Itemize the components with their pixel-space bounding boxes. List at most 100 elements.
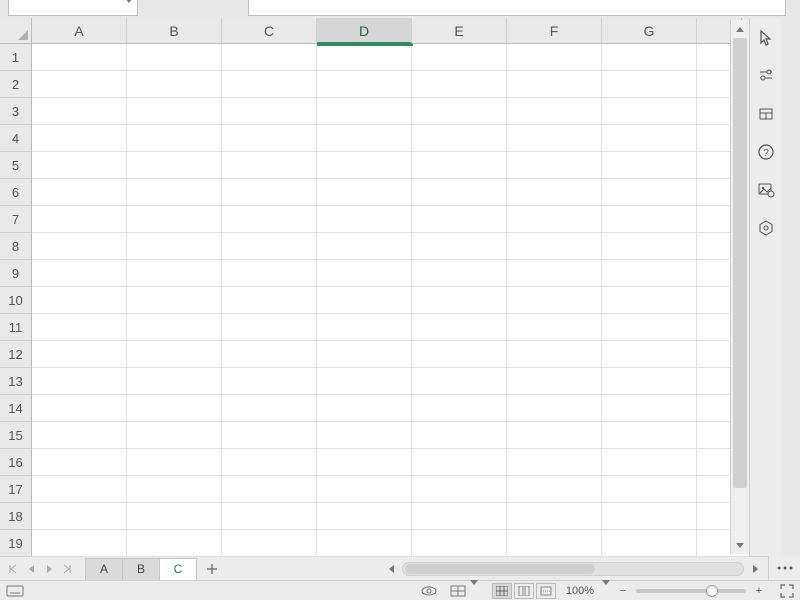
cell[interactable] xyxy=(32,233,127,260)
cell[interactable] xyxy=(222,98,317,125)
cell[interactable] xyxy=(412,395,507,422)
cell[interactable] xyxy=(32,341,127,368)
cell[interactable] xyxy=(222,530,317,557)
cell[interactable] xyxy=(32,314,127,341)
cell[interactable] xyxy=(412,152,507,179)
zoom-slider-knob[interactable] xyxy=(706,585,718,597)
cell[interactable] xyxy=(317,530,412,557)
cell[interactable] xyxy=(412,260,507,287)
row-header-6[interactable]: 6 xyxy=(0,179,31,206)
cell[interactable] xyxy=(412,449,507,476)
cell[interactable] xyxy=(317,179,412,206)
chevron-down-icon[interactable] xyxy=(125,3,133,17)
settings-lines-icon[interactable] xyxy=(756,66,776,86)
cell[interactable] xyxy=(222,449,317,476)
cell[interactable] xyxy=(317,314,412,341)
row-header-7[interactable]: 7 xyxy=(0,206,31,233)
vertical-scrollbar[interactable] xyxy=(730,20,749,554)
scroll-left-icon[interactable] xyxy=(384,562,398,576)
zoom-value[interactable]: 100% xyxy=(566,585,594,597)
cell[interactable] xyxy=(602,71,697,98)
cell[interactable] xyxy=(507,449,602,476)
cell[interactable] xyxy=(317,476,412,503)
cell[interactable] xyxy=(32,152,127,179)
select-all-corner[interactable] xyxy=(0,18,32,44)
row-header-11[interactable]: 11 xyxy=(0,314,31,341)
row-header-4[interactable]: 4 xyxy=(0,125,31,152)
name-box[interactable] xyxy=(8,0,138,16)
cell[interactable] xyxy=(602,503,697,530)
cell[interactable] xyxy=(602,260,697,287)
cell[interactable] xyxy=(317,233,412,260)
row-header-16[interactable]: 16 xyxy=(0,449,31,476)
cell[interactable] xyxy=(507,260,602,287)
cell[interactable] xyxy=(317,152,412,179)
horizontal-scrollbar[interactable] xyxy=(378,562,768,576)
cell[interactable] xyxy=(507,368,602,395)
cell[interactable] xyxy=(32,206,127,233)
row-header-14[interactable]: 14 xyxy=(0,395,31,422)
cell[interactable] xyxy=(602,287,697,314)
cell[interactable] xyxy=(127,395,222,422)
fullscreen-icon[interactable] xyxy=(780,584,794,598)
row-header-9[interactable]: 9 xyxy=(0,260,31,287)
row-header-3[interactable]: 3 xyxy=(0,98,31,125)
cell[interactable] xyxy=(317,71,412,98)
cell[interactable] xyxy=(32,71,127,98)
cell[interactable] xyxy=(412,314,507,341)
cell[interactable] xyxy=(412,44,507,71)
cursor-icon[interactable] xyxy=(756,28,776,48)
keyboard-icon[interactable] xyxy=(6,585,24,597)
cell[interactable] xyxy=(317,98,412,125)
cell[interactable] xyxy=(602,206,697,233)
cell[interactable] xyxy=(222,341,317,368)
cell[interactable] xyxy=(412,179,507,206)
cell[interactable] xyxy=(32,368,127,395)
cell[interactable] xyxy=(127,233,222,260)
cell[interactable] xyxy=(602,179,697,206)
row-header-18[interactable]: 18 xyxy=(0,503,31,530)
cell[interactable] xyxy=(127,422,222,449)
cell[interactable] xyxy=(127,341,222,368)
cell[interactable] xyxy=(222,287,317,314)
cell[interactable] xyxy=(412,125,507,152)
row-header-10[interactable]: 10 xyxy=(0,287,31,314)
cell[interactable] xyxy=(32,260,127,287)
cell[interactable] xyxy=(317,44,412,71)
cell[interactable] xyxy=(317,449,412,476)
cell[interactable] xyxy=(222,422,317,449)
tab-nav-prev[interactable] xyxy=(22,560,40,578)
picture-badge-icon[interactable] xyxy=(756,180,776,200)
cell[interactable] xyxy=(412,530,507,557)
cell[interactable] xyxy=(317,503,412,530)
sheet-tab-b[interactable]: B xyxy=(122,558,160,580)
cell[interactable] xyxy=(317,125,412,152)
tab-nav-last[interactable] xyxy=(58,560,76,578)
cell[interactable] xyxy=(412,368,507,395)
hscroll-thumb[interactable] xyxy=(405,564,595,574)
cell[interactable] xyxy=(127,179,222,206)
cell[interactable] xyxy=(602,449,697,476)
hscroll-track[interactable] xyxy=(402,562,744,576)
row-header-8[interactable]: 8 xyxy=(0,233,31,260)
cell[interactable] xyxy=(507,44,602,71)
cell[interactable] xyxy=(507,476,602,503)
cell[interactable] xyxy=(317,287,412,314)
cells-area[interactable] xyxy=(32,44,749,556)
zoom-in-button[interactable]: + xyxy=(752,584,766,598)
cell[interactable] xyxy=(507,152,602,179)
cell[interactable] xyxy=(127,98,222,125)
cell[interactable] xyxy=(602,152,697,179)
zoom-out-button[interactable]: − xyxy=(616,584,630,598)
cell[interactable] xyxy=(32,449,127,476)
column-header-g[interactable]: G xyxy=(602,18,697,44)
cell[interactable] xyxy=(222,476,317,503)
cell[interactable] xyxy=(222,206,317,233)
scroll-right-icon[interactable] xyxy=(748,562,762,576)
row-header-1[interactable]: 1 xyxy=(0,44,31,71)
cell[interactable] xyxy=(222,233,317,260)
cell[interactable] xyxy=(602,233,697,260)
column-header-c[interactable]: C xyxy=(222,18,317,44)
grid-mode-icon[interactable] xyxy=(450,585,478,597)
cell[interactable] xyxy=(127,368,222,395)
